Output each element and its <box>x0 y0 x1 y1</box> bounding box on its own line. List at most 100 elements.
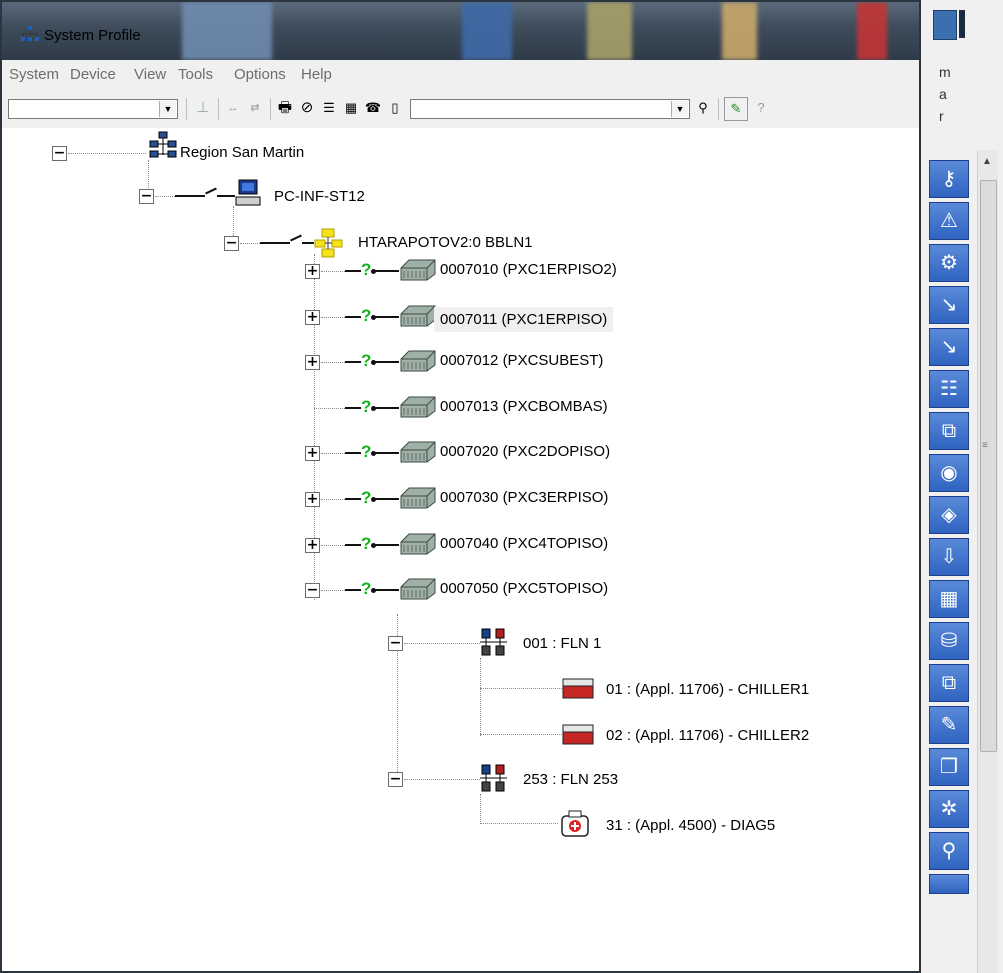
menu-tools[interactable]: Tools <box>178 66 213 83</box>
connect-icon[interactable]: ✎ <box>724 97 748 121</box>
graphics-icon[interactable]: ⧉ <box>929 412 969 450</box>
tree-connector <box>404 779 480 780</box>
application-launcher-bar: ⚷ ⚠ ⚙ ↘ ↘ ☷ ⧉ ◉ ◈ ⇩ ▦ ⛁ ⧉ ✎ ❐ ✲ ⚲ <box>927 150 969 973</box>
unknown-status-icon: ? <box>361 306 372 325</box>
toolbar-combo-right[interactable]: ▼ <box>410 99 690 119</box>
collapse-button[interactable]: − <box>139 189 154 204</box>
expand-button[interactable]: + <box>305 355 320 370</box>
wrench-icon[interactable]: ⚙ <box>929 244 969 282</box>
tree-node-fln[interactable]: 001 : FLN 1 <box>523 635 601 652</box>
tree-node-region[interactable]: Region San Martin <box>180 144 304 161</box>
menu-system[interactable]: System <box>9 66 59 83</box>
link-line <box>290 234 302 242</box>
expand-button[interactable]: + <box>305 446 320 461</box>
help-icon[interactable]: ? <box>750 97 772 119</box>
tree-node-device[interactable]: 01 : (Appl. 11706) - CHILLER1 <box>606 681 809 698</box>
taskbar-blur <box>857 2 887 60</box>
phone-icon[interactable]: ☎ <box>362 97 384 119</box>
find-icon[interactable]: ⚲ <box>692 97 714 119</box>
pxc-controller-icon <box>400 487 436 509</box>
tree-node-controller[interactable]: 0007040 (PXC4TOPISO) <box>440 535 608 552</box>
pxc-controller-icon <box>400 533 436 555</box>
fln-trunk-icon <box>480 764 507 792</box>
link-line <box>375 452 399 454</box>
tree-connector <box>314 408 345 409</box>
tree-node-controller[interactable]: 0007020 (PXC2DOPISO) <box>440 443 610 460</box>
tree-node-controller[interactable]: 0007010 (PXC1ERPISO2) <box>440 261 617 278</box>
editor-icon[interactable]: ⧉ <box>929 664 969 702</box>
database-icon[interactable]: ⛁ <box>929 622 969 660</box>
window-title: System Profile <box>44 27 141 44</box>
arrows-in-icon[interactable]: ↔ <box>222 97 244 119</box>
pxc-controller-icon <box>400 578 436 600</box>
scroll-up-icon[interactable]: ▲ <box>982 156 992 167</box>
taskbar-blur <box>722 2 757 60</box>
expand-button[interactable]: + <box>305 492 320 507</box>
tree-node-device[interactable]: 31 : (Appl. 4500) - DIAG5 <box>606 817 775 834</box>
windows-icon[interactable]: ❐ <box>929 748 969 786</box>
tree-node-controller[interactable]: 0007050 (PXC5TOPISO) <box>440 580 608 597</box>
key-icon[interactable]: ⚷ <box>929 160 969 198</box>
gears-icon[interactable]: ✲ <box>929 790 969 828</box>
tree-node-network[interactable]: HTARAPOTOV2:0 BBLN1 <box>358 234 533 251</box>
trend-icon[interactable]: ↘ <box>929 328 969 366</box>
collapse-button[interactable]: − <box>305 583 320 598</box>
print-icon[interactable]: 🖶 <box>274 97 296 119</box>
menu-device[interactable]: Device <box>70 66 116 83</box>
link-line <box>375 361 399 363</box>
tree-node-fln[interactable]: 253 : FLN 253 <box>523 771 618 788</box>
building-icon[interactable]: ▦ <box>929 580 969 618</box>
expand-button[interactable]: + <box>305 264 320 279</box>
scroll-thumb[interactable] <box>980 180 997 752</box>
menu-view[interactable]: View <box>134 66 166 83</box>
expand-button[interactable]: + <box>305 310 320 325</box>
toolbar-separator <box>186 98 187 120</box>
collapse-button[interactable]: − <box>52 146 67 161</box>
magnifier-icon[interactable]: ⚲ <box>929 832 969 870</box>
tree-node-device[interactable]: 02 : (Appl. 11706) - CHILLER2 <box>606 727 809 744</box>
expand-button[interactable]: + <box>305 538 320 553</box>
point-log-icon[interactable]: ↘ <box>929 286 969 324</box>
building-icon <box>959 10 965 38</box>
link-line <box>375 270 399 272</box>
link-line <box>375 407 399 409</box>
menu-options[interactable]: Options <box>234 66 286 83</box>
arrows-out-icon[interactable]: ⇄ <box>244 97 266 119</box>
toolbar-separator <box>218 98 219 120</box>
title-bar[interactable]: System Profile <box>2 2 919 60</box>
taskbar-blur <box>587 2 632 60</box>
color-wheel-icon[interactable]: ◉ <box>929 454 969 492</box>
collapse-button[interactable]: − <box>224 236 239 251</box>
chevron-down-icon[interactable]: ▼ <box>671 101 688 117</box>
collapse-button[interactable]: − <box>388 772 403 787</box>
more-icon[interactable] <box>929 874 969 894</box>
toolbar-separator <box>270 98 271 120</box>
chevron-down-icon[interactable]: ▼ <box>159 101 176 117</box>
pencil-icon[interactable]: ✎ <box>929 706 969 744</box>
toolbar-combo-left[interactable]: ▼ <box>8 99 178 119</box>
tree-node-controller[interactable]: 0007013 (PXCBOMBAS) <box>440 398 608 415</box>
system-profile-icon <box>21 26 39 41</box>
document-icon[interactable]: ▯ <box>384 97 406 119</box>
download-icon[interactable]: ⇩ <box>929 538 969 576</box>
alarm-icon[interactable]: ⚠ <box>929 202 969 240</box>
tree-node-controller[interactable]: 0007011 (PXC1ERPISO) <box>434 307 614 332</box>
tree-node-controller[interactable]: 0007030 (PXC3ERPISO) <box>440 489 608 506</box>
tag-icon[interactable]: ⊘ <box>296 97 318 119</box>
grid-icon[interactable]: ▦ <box>340 97 362 119</box>
tree-icon[interactable]: ⊥ <box>192 97 214 119</box>
report-icon[interactable]: ☷ <box>929 370 969 408</box>
collapse-button[interactable]: − <box>388 636 403 651</box>
panel-letter: m <box>939 64 951 80</box>
vertical-scrollbar[interactable]: ▲ ≡ <box>977 150 998 973</box>
link-line <box>345 498 361 500</box>
list-icon[interactable]: ☰ <box>318 97 340 119</box>
menu-help[interactable]: Help <box>301 66 332 83</box>
diagnostic-device-icon <box>561 810 589 837</box>
tree-node-pc[interactable]: PC-INF-ST12 <box>274 188 365 205</box>
building-icon[interactable] <box>933 10 957 40</box>
tree-connector <box>240 243 260 244</box>
tree-node-controller[interactable]: 0007012 (PXCSUBEST) <box>440 352 603 369</box>
link-line <box>345 361 361 363</box>
schedule-icon[interactable]: ◈ <box>929 496 969 534</box>
